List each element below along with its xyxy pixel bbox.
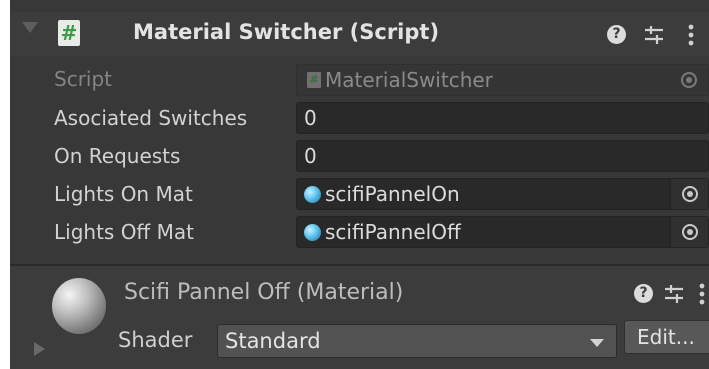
object-picker-icon <box>682 224 698 240</box>
lights-off-mat-label: Lights Off Mat <box>54 220 194 244</box>
kebab-menu-icon[interactable] <box>686 23 696 47</box>
material-foldout-arrow-icon[interactable] <box>34 342 45 356</box>
lights-off-mat-picker-button[interactable] <box>670 217 708 247</box>
script-label: Script <box>54 67 113 91</box>
object-picker-icon <box>681 72 697 88</box>
material-help-icon[interactable]: ? <box>634 284 653 303</box>
material-icon <box>304 186 321 203</box>
shader-label: Shader <box>118 328 193 352</box>
associated-switches-input[interactable]: 0 <box>296 102 709 134</box>
on-requests-input[interactable]: 0 <box>296 140 709 172</box>
object-picker-icon <box>682 186 698 202</box>
lights-off-mat-value: scifiPannelOff <box>325 220 461 244</box>
shader-value: Standard <box>225 329 321 353</box>
script-picker-button <box>670 65 708 95</box>
help-icon[interactable]: ? <box>607 25 626 44</box>
lights-on-mat-value: scifiPannelOn <box>325 182 460 206</box>
shader-dropdown[interactable]: Standard <box>217 324 617 358</box>
csharp-script-icon: # <box>58 20 80 46</box>
associated-switches-label: Asociated Switches <box>54 106 248 130</box>
presets-icon[interactable] <box>643 24 665 46</box>
lights-off-mat-field[interactable]: scifiPannelOff <box>296 216 709 248</box>
lights-on-mat-picker-button[interactable] <box>670 179 708 209</box>
material-preview-sphere-icon <box>52 278 106 334</box>
dropdown-arrow-icon <box>590 339 604 347</box>
script-field: # MaterialSwitcher <box>296 64 709 96</box>
foldout-arrow-icon[interactable] <box>22 22 38 33</box>
lights-on-mat-label: Lights On Mat <box>54 182 193 206</box>
component-title: Material Switcher (Script) <box>133 20 440 44</box>
on-requests-label: On Requests <box>54 144 181 168</box>
material-kebab-menu-icon[interactable] <box>697 282 707 306</box>
material-title: Scifi Pannel Off (Material) <box>124 280 404 305</box>
lights-on-mat-field[interactable]: scifiPannelOn <box>296 178 709 210</box>
script-value: MaterialSwitcher <box>325 68 493 92</box>
material-icon <box>304 224 321 241</box>
material-presets-icon[interactable] <box>663 283 685 305</box>
script-icon: # <box>307 72 321 88</box>
edit-shader-button[interactable]: Edit... <box>624 320 709 354</box>
